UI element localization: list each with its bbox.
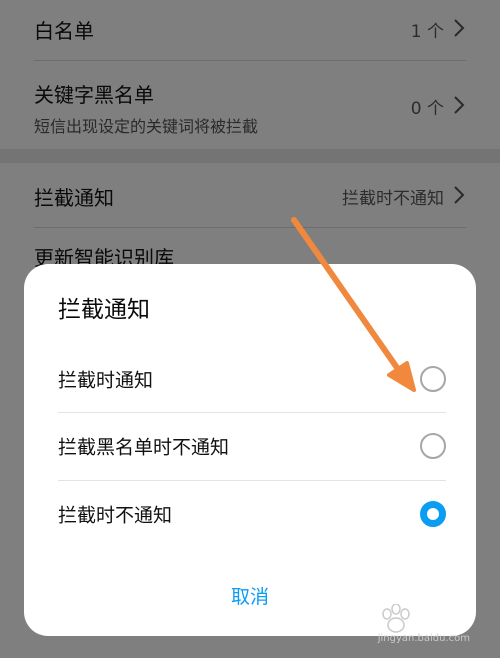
option-label: 拦截黑名单时不通知: [58, 436, 230, 459]
chevron-right-icon: [454, 19, 465, 37]
settings-row-whitelist[interactable]: 白名单 1 个: [0, 0, 500, 60]
watermark-text: jingyan.baidu.com: [377, 633, 470, 644]
settings-row-block-notification[interactable]: 拦截通知 拦截时不通知: [0, 163, 500, 227]
keyword-blacklist-count: 0 个: [410, 99, 444, 119]
whitelist-title: 白名单: [34, 19, 94, 43]
whitelist-count: 1 个: [410, 22, 444, 42]
settings-row-keyword-blacklist[interactable]: 关键字黑名单 短信出现设定的关键词将被拦截 0 个: [0, 61, 500, 149]
chevron-right-icon: [454, 186, 465, 204]
radio-button-icon[interactable]: [420, 366, 446, 392]
option-label: 拦截时通知: [58, 369, 154, 392]
keyword-blacklist-subtitle: 短信出现设定的关键词将被拦截: [34, 117, 259, 136]
section-gap: [0, 149, 500, 163]
baidu-paw-icon: [382, 604, 410, 633]
option-notify-on-block[interactable]: 拦截时通知: [58, 346, 446, 412]
block-notification-title: 拦截通知: [34, 186, 114, 210]
block-notification-dialog: 拦截通知 拦截时通知 拦截黑名单时不通知 拦截时不通知 取消: [24, 264, 476, 636]
option-label: 拦截时不通知: [58, 504, 173, 527]
option-no-notify-blacklist[interactable]: 拦截黑名单时不通知: [58, 413, 446, 479]
radio-button-selected-icon[interactable]: [420, 501, 446, 527]
watermark: jingyan.baidu.com: [378, 604, 470, 644]
keyword-blacklist-title: 关键字黑名单: [34, 83, 154, 107]
chevron-right-icon: [454, 96, 465, 114]
option-no-notify-on-block[interactable]: 拦截时不通知: [58, 481, 446, 547]
block-notification-value: 拦截时不通知: [342, 189, 444, 209]
dialog-title: 拦截通知: [58, 297, 150, 323]
radio-button-icon[interactable]: [420, 433, 446, 459]
